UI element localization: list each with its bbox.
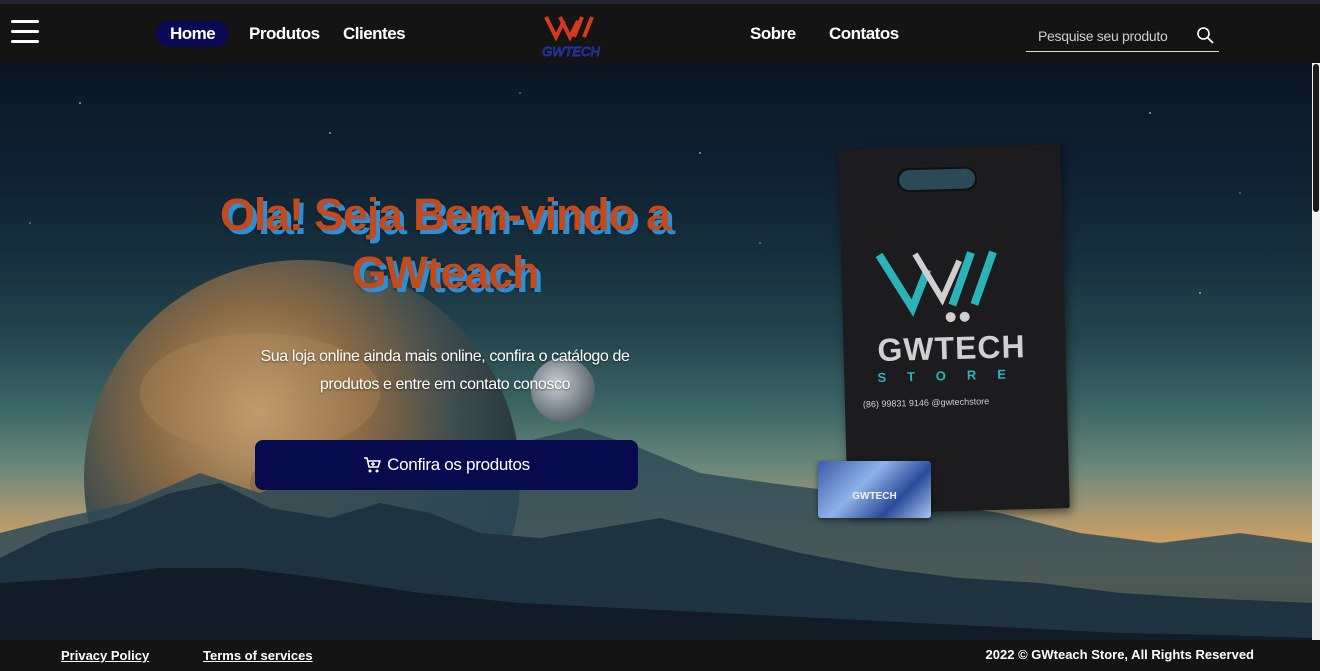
nav-sobre[interactable]: Sobre — [736, 21, 810, 47]
hero-section: Ola! Seja Bem-vindo a GWteach Sua loja o… — [0, 63, 1312, 640]
nav-produtos[interactable]: Produtos — [235, 21, 334, 47]
bag-contact-text: (86) 99831 9146 @gwtechstore — [862, 396, 990, 410]
nav-clientes[interactable]: Clientes — [329, 21, 419, 47]
page-footer: Privacy Policy Terms of services 2022 © … — [0, 640, 1320, 671]
search-icon[interactable] — [1196, 26, 1214, 44]
search-bar — [1026, 23, 1219, 52]
page-scrollbar-thumb[interactable] — [1313, 64, 1319, 212]
card-brand-text: GWTECH — [852, 491, 897, 502]
nav-home[interactable]: Home — [156, 21, 230, 47]
product-card-image: GWTECH — [818, 461, 931, 518]
cart-icon — [364, 457, 381, 473]
product-bag-image: GWTECH STORE (86) 99831 9146 @gwtechstor… — [838, 144, 1070, 514]
search-input[interactable] — [1038, 26, 1188, 46]
copyright-text: 2022 © GWteach Store, All Rights Reserve… — [985, 647, 1254, 662]
hero-subtext: Sua loja online ainda mais online, confi… — [260, 348, 630, 393]
view-products-label: Confira os produtos — [387, 455, 530, 474]
hero-background — [0, 92, 1312, 640]
privacy-policy-link[interactable]: Privacy Policy — [61, 648, 149, 663]
terms-of-service-link[interactable]: Terms of services — [203, 648, 313, 663]
bag-handle — [896, 166, 978, 193]
bag-brand-text: GWTECH — [876, 328, 1027, 369]
logo-text: GWTECH — [542, 44, 600, 59]
gwtech-logo[interactable]: GWTECH — [534, 11, 608, 61]
view-products-button[interactable]: Confira os produtos — [255, 440, 638, 490]
hero-headline: Ola! Seja Bem-vindo a GWteach — [220, 189, 671, 298]
hamburger-icon[interactable] — [11, 20, 39, 44]
bag-logo-icon — [875, 250, 997, 323]
nav-contatos[interactable]: Contatos — [815, 21, 913, 47]
top-navbar: Home Produtos Clientes GWTECH Sobre Cont… — [0, 0, 1320, 63]
